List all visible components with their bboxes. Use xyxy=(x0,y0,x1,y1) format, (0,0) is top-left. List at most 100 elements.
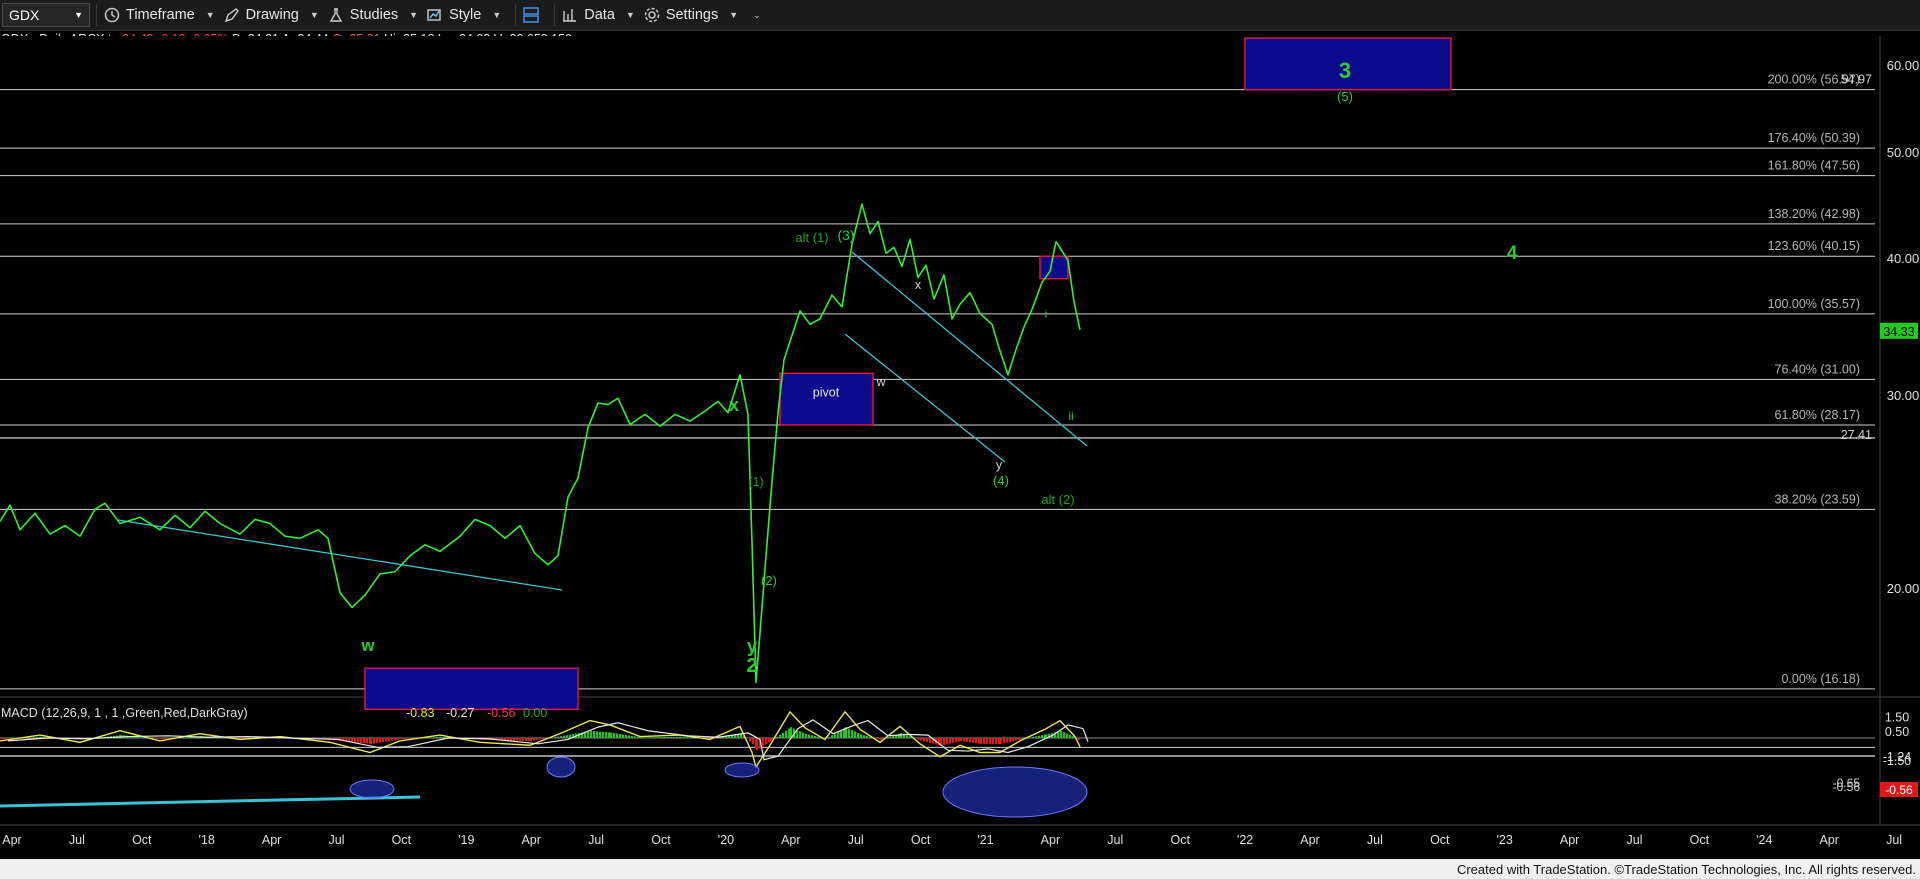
macd-histogram-bar xyxy=(762,738,765,747)
macd-histogram-bar xyxy=(808,734,811,738)
macd-histogram-bar xyxy=(952,738,955,743)
time-tick-label: Oct xyxy=(911,833,931,847)
macd-histogram-bar xyxy=(602,731,605,738)
pivot-label: pivot xyxy=(813,386,840,400)
macd-histogram-bar xyxy=(992,738,995,744)
macd-histogram-bar xyxy=(770,738,773,741)
macd-histogram-bar xyxy=(848,728,851,738)
macd-histogram-bar xyxy=(986,738,989,744)
macd-histogram-bar xyxy=(391,738,394,741)
macd-histogram-bar xyxy=(160,738,163,740)
price-tick-label: 60.00 xyxy=(1887,58,1920,73)
macd-histogram-bar xyxy=(516,738,519,741)
macd-histogram-bar xyxy=(1060,730,1063,738)
macd-histogram-bar xyxy=(166,738,169,739)
macd-histogram-bar xyxy=(382,738,385,743)
wave-label: (5) xyxy=(1337,89,1353,104)
macd-histogram-bar xyxy=(240,738,243,739)
time-tick-label: Apr xyxy=(2,833,21,847)
macd-histogram-bar xyxy=(963,738,966,742)
wave-label: y xyxy=(996,458,1003,472)
macd-histogram-bar xyxy=(519,738,522,741)
macd-histogram-bar xyxy=(539,738,542,740)
macd-histogram-bar xyxy=(920,738,923,741)
macd-highlight-ellipse xyxy=(942,766,1088,818)
macd-histogram-bar xyxy=(1078,738,1081,740)
macd-histogram-bar xyxy=(811,735,814,738)
macd-histogram-bar xyxy=(649,737,652,738)
macd-histogram-bar xyxy=(683,736,686,738)
macd-histogram-bar xyxy=(156,738,159,739)
macd-histogram-bar xyxy=(892,735,895,738)
wave-label: 4 xyxy=(1507,243,1518,264)
macd-histogram-bar xyxy=(1063,732,1066,738)
time-tick-label: Oct xyxy=(1170,833,1190,847)
time-tick-label: '18 xyxy=(199,833,215,847)
time-tick-label: Jul xyxy=(588,833,604,847)
macd-histogram-bar xyxy=(36,737,39,738)
macd-histogram-bar xyxy=(631,735,634,738)
last-price-tag-label: 34.33 xyxy=(1883,325,1914,339)
macd-value-tag-label: -0.56 xyxy=(1885,783,1913,797)
macd-histogram-bar xyxy=(376,738,379,744)
macd-histogram-bar xyxy=(998,738,1001,744)
macd-histogram-bar xyxy=(664,737,667,738)
macd-histogram-bar xyxy=(9,738,12,739)
macd-histogram-bar xyxy=(765,738,768,745)
wave-label: ii xyxy=(1068,409,1073,423)
wave-label: alt (2) xyxy=(1041,492,1074,507)
time-tick-label: Jul xyxy=(329,833,345,847)
wave-label: (3) xyxy=(837,227,854,243)
macd-histogram-bar xyxy=(542,738,545,740)
macd-histogram-bar xyxy=(926,738,929,743)
macd-tick-label: 1.50 xyxy=(1885,710,1909,724)
time-tick-label: Oct xyxy=(132,833,152,847)
macd-histogram-bar xyxy=(1012,738,1015,742)
macd-histogram-bar xyxy=(749,738,752,742)
macd-histogram-bar xyxy=(30,737,33,738)
time-tick-label: Jul xyxy=(1627,833,1643,847)
macd-histogram-bar xyxy=(646,737,649,738)
macd-histogram-bar xyxy=(680,736,683,738)
fib-level-label: 161.80% (47.56) xyxy=(1768,159,1860,173)
macd-histogram-bar xyxy=(637,736,640,738)
macd-trendline xyxy=(0,795,421,808)
macd-histogram-bar xyxy=(779,734,782,738)
macd-histogram-bar xyxy=(406,738,409,739)
macd-histogram-bar xyxy=(752,738,755,744)
macd-histogram-bar xyxy=(522,738,525,741)
wave-label: x xyxy=(915,278,922,292)
macd-histogram-bar xyxy=(608,732,611,738)
macd-histogram-bar xyxy=(379,738,382,743)
macd-histogram-bar xyxy=(1038,735,1041,738)
fib-level-label: 138.20% (42.98) xyxy=(1768,207,1860,221)
macd-histogram-bar xyxy=(360,738,363,743)
macd-histogram-bar xyxy=(616,733,619,738)
macd-histogram-bar xyxy=(605,732,608,738)
macd-histogram-bar xyxy=(436,737,439,738)
macd-histogram-bar xyxy=(1020,738,1023,740)
fib-level-label: 176.40% (50.39) xyxy=(1768,131,1860,145)
macd-histogram-bar xyxy=(163,738,166,739)
wave-label: alt (1) xyxy=(795,230,828,245)
macd-histogram-bar xyxy=(587,731,590,738)
macd-histogram-bar xyxy=(805,733,808,738)
macd-histogram-bar xyxy=(0,738,3,740)
macd-histogram-bar xyxy=(960,738,963,741)
macd-histogram-bar xyxy=(686,737,689,738)
macd-histogram-bar xyxy=(640,737,643,738)
macd-histogram-bar xyxy=(394,738,397,741)
macd-histogram-bar xyxy=(409,738,412,739)
macd-histogram-bar xyxy=(831,735,834,738)
macd-histogram-bar xyxy=(569,734,572,738)
time-tick-label: Jul xyxy=(1886,833,1902,847)
price-chart[interactable]: 20.0030.0040.0050.0060.00200.00% (56.97)… xyxy=(0,0,1920,879)
macd-histogram-bar xyxy=(943,738,946,746)
macd-histogram-bar xyxy=(756,738,759,750)
macd-histogram-bar xyxy=(1015,738,1018,741)
macd-histogram-bar xyxy=(958,738,961,742)
macd-histogram-bar xyxy=(643,737,646,738)
time-tick-label: Apr xyxy=(262,833,281,847)
time-tick-label: '20 xyxy=(718,833,734,847)
macd-histogram-bar xyxy=(554,737,557,738)
